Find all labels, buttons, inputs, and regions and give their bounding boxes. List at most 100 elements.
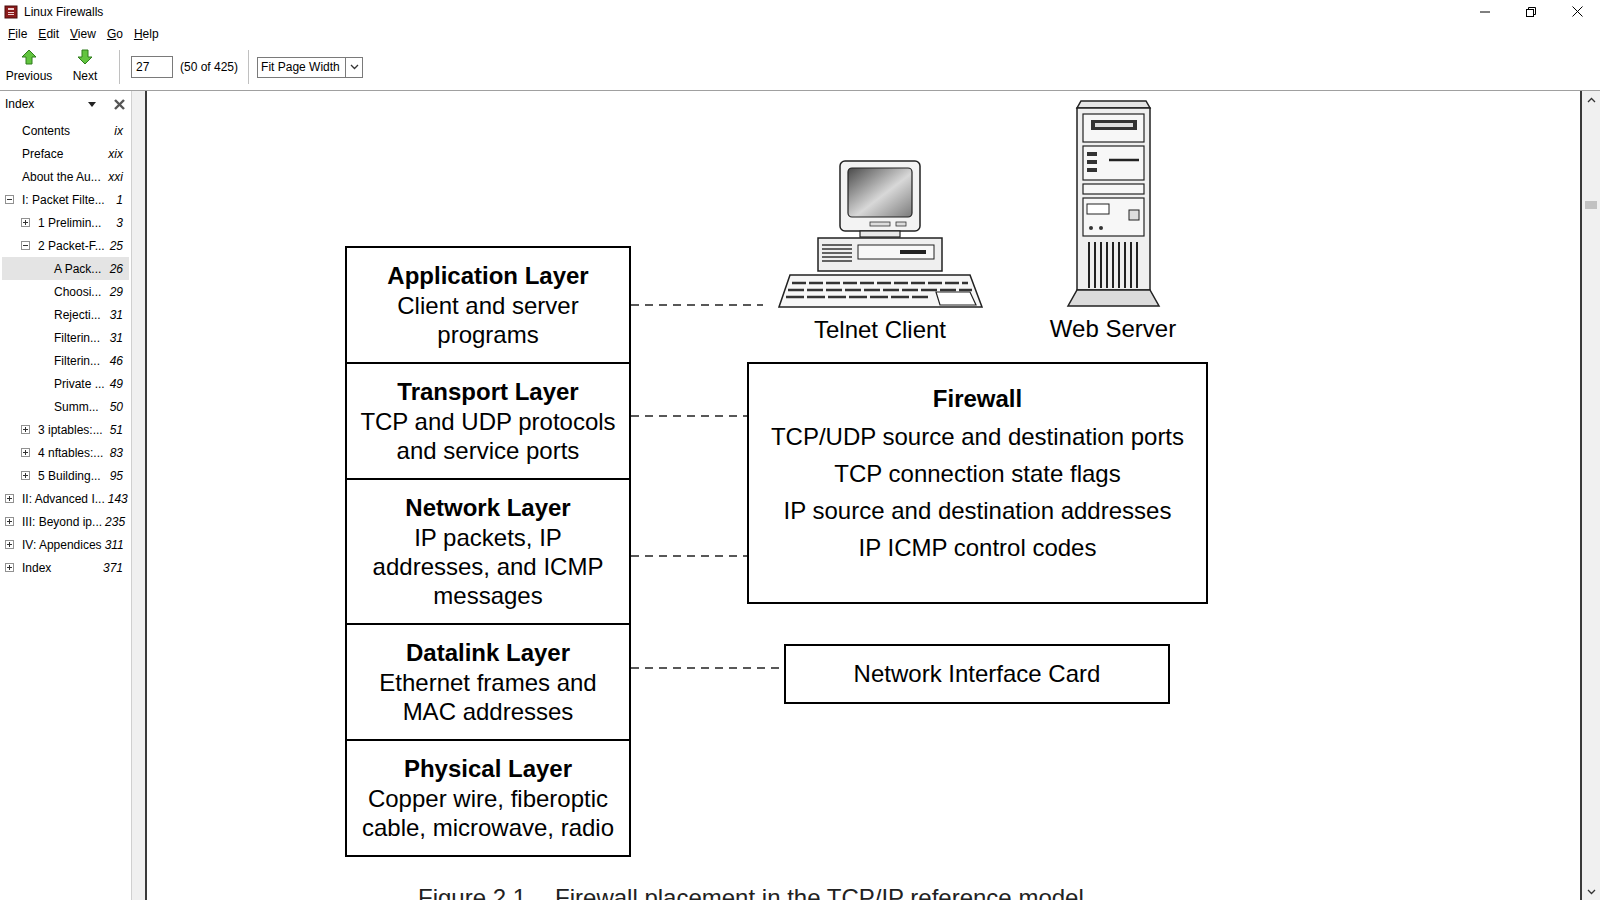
toc-item[interactable]: 1 Prelimin...3 xyxy=(2,211,129,234)
vertical-scrollbar[interactable] xyxy=(1582,91,1600,900)
expand-icon[interactable] xyxy=(21,218,30,227)
toc-item[interactable]: Filterin...31 xyxy=(2,326,129,349)
expand-icon[interactable] xyxy=(21,425,30,434)
reader-window: Linux FirewallsFileEditViewGoHelpPreviou… xyxy=(0,0,1600,900)
firewall-item: TCP/UDP source and destination ports xyxy=(771,418,1184,455)
zoom-select[interactable]: Fit Page Width xyxy=(257,57,363,78)
scroll-up-button[interactable] xyxy=(1582,91,1600,108)
scroll-down-button[interactable] xyxy=(1582,883,1600,900)
toc-item[interactable]: Index371 xyxy=(2,556,129,579)
toc-item[interactable]: A Pack...26 xyxy=(2,257,129,280)
page-input[interactable]: 27 xyxy=(131,56,173,78)
device-label: Web Server xyxy=(1050,315,1176,343)
toc-item[interactable]: IV: Appendices311 xyxy=(2,533,129,556)
page-number: 1 xyxy=(113,191,123,209)
page-number: 31 xyxy=(107,306,123,324)
toc-item[interactable]: Choosi...29 xyxy=(2,280,129,303)
page-number: 51 xyxy=(107,421,123,439)
splitter[interactable] xyxy=(132,91,145,900)
page-number: 95 xyxy=(107,467,123,485)
toc-item[interactable]: 3 iptables:...51 xyxy=(2,418,129,441)
chevron-down-icon xyxy=(1587,889,1596,895)
server-icon xyxy=(1065,100,1162,309)
nic-box: Network Interface Card xyxy=(784,644,1170,704)
restore-icon xyxy=(1526,7,1536,17)
toc-item[interactable]: Contentsix xyxy=(2,119,129,142)
page-number: 31 xyxy=(107,329,123,347)
dropdown-icon[interactable] xyxy=(88,102,96,107)
collapse-icon[interactable] xyxy=(5,195,14,204)
toc-item[interactable]: Summ...50 xyxy=(2,395,129,418)
firewall-item: TCP connection state flags xyxy=(834,455,1120,492)
toc-item[interactable]: Private ...49 xyxy=(2,372,129,395)
sidebar-header: Index xyxy=(0,91,131,117)
menu-item[interactable]: File xyxy=(3,25,32,43)
layer-stack: Application LayerClient and serverprogra… xyxy=(345,246,631,857)
toolbar: PreviousNext27(50 of 425)Fit Page Width xyxy=(0,44,1600,91)
page-number: 83 xyxy=(107,444,123,462)
toc-item[interactable]: III: Beyond ip...235 xyxy=(2,510,129,533)
document-page: Application LayerClient and serverprogra… xyxy=(145,91,1582,900)
connector-line xyxy=(631,555,747,557)
toc-item[interactable]: About the Au...xxi xyxy=(2,165,129,188)
close-icon xyxy=(1572,6,1583,17)
page-number: 50 xyxy=(107,398,123,416)
menu-item[interactable]: Edit xyxy=(33,25,64,43)
page-number: 26 xyxy=(107,260,123,278)
menu-item[interactable]: Go xyxy=(102,25,128,43)
figure-caption: Figure 2.1Firewall placement in the TCP/… xyxy=(418,884,1084,900)
toc-item[interactable]: II: Advanced I...143 xyxy=(2,487,129,510)
restore-button[interactable] xyxy=(1508,0,1554,23)
minimize-button[interactable] xyxy=(1462,0,1508,23)
firewall-box: FirewallTCP/UDP source and destination p… xyxy=(747,362,1208,604)
page-number: 49 xyxy=(107,375,123,393)
page-number: 46 xyxy=(107,352,123,370)
expand-icon[interactable] xyxy=(5,563,14,572)
main-area: Index ContentsixPrefacexixAbout the Au...… xyxy=(0,91,1600,900)
page-number: 311 xyxy=(102,536,124,554)
collapse-icon[interactable] xyxy=(21,241,30,250)
sidebar-title[interactable]: Index xyxy=(5,95,34,113)
web-server-node: Web Server xyxy=(1013,100,1213,343)
toc-item[interactable]: Rejecti...31 xyxy=(2,303,129,326)
toolbar-separator xyxy=(248,50,249,84)
toc-item[interactable]: Prefacexix xyxy=(2,142,129,165)
close-icon[interactable] xyxy=(114,99,125,110)
layer-box: Datalink LayerEthernet frames andMAC add… xyxy=(347,623,629,739)
close-button[interactable] xyxy=(1554,0,1600,23)
expand-icon[interactable] xyxy=(5,517,14,526)
previous-button[interactable]: Previous xyxy=(3,49,55,85)
telnet-client-node: Telnet Client xyxy=(760,159,1000,344)
scroll-track[interactable] xyxy=(1582,108,1600,883)
page-number: 25 xyxy=(107,237,123,255)
toc-item[interactable]: 5 Building...95 xyxy=(2,464,129,487)
scroll-thumb[interactable] xyxy=(1585,201,1597,209)
layer-box: Transport LayerTCP and UDP protocolsand … xyxy=(347,362,629,478)
expand-icon[interactable] xyxy=(21,448,30,457)
layer-box: Physical LayerCopper wire, fiberopticcab… xyxy=(347,739,629,855)
connector-line xyxy=(631,304,763,306)
minimize-icon xyxy=(1480,7,1490,17)
expand-icon[interactable] xyxy=(5,540,14,549)
connector-line xyxy=(631,415,747,417)
firewall-item: IP source and destination addresses xyxy=(784,492,1172,529)
toc-item[interactable]: I: Packet Filte...1 xyxy=(2,188,129,211)
expand-icon[interactable] xyxy=(5,494,14,503)
toc-list: ContentsixPrefacexixAbout the Au...xxiI:… xyxy=(0,119,131,579)
sidebar: Index ContentsixPrefacexixAbout the Au...… xyxy=(0,91,132,900)
chevron-up-icon xyxy=(1587,97,1596,103)
window-controls xyxy=(1462,0,1600,23)
menu-item[interactable]: View xyxy=(65,25,101,43)
page-number: ix xyxy=(111,122,123,140)
menu-bar: FileEditViewGoHelp xyxy=(0,23,1600,44)
toolbar-separator xyxy=(119,50,120,84)
toc-item[interactable]: Filterin...46 xyxy=(2,349,129,372)
next-button[interactable]: Next xyxy=(63,49,107,85)
toc-item[interactable]: 4 nftables:...83 xyxy=(2,441,129,464)
title-bar: Linux Firewalls xyxy=(0,0,1600,23)
expand-icon[interactable] xyxy=(21,471,30,480)
menu-item[interactable]: Help xyxy=(129,25,164,43)
firewall-item: IP ICMP control codes xyxy=(859,529,1097,566)
page-number: 235 xyxy=(102,513,125,531)
toc-item[interactable]: 2 Packet-F...25 xyxy=(2,234,129,257)
